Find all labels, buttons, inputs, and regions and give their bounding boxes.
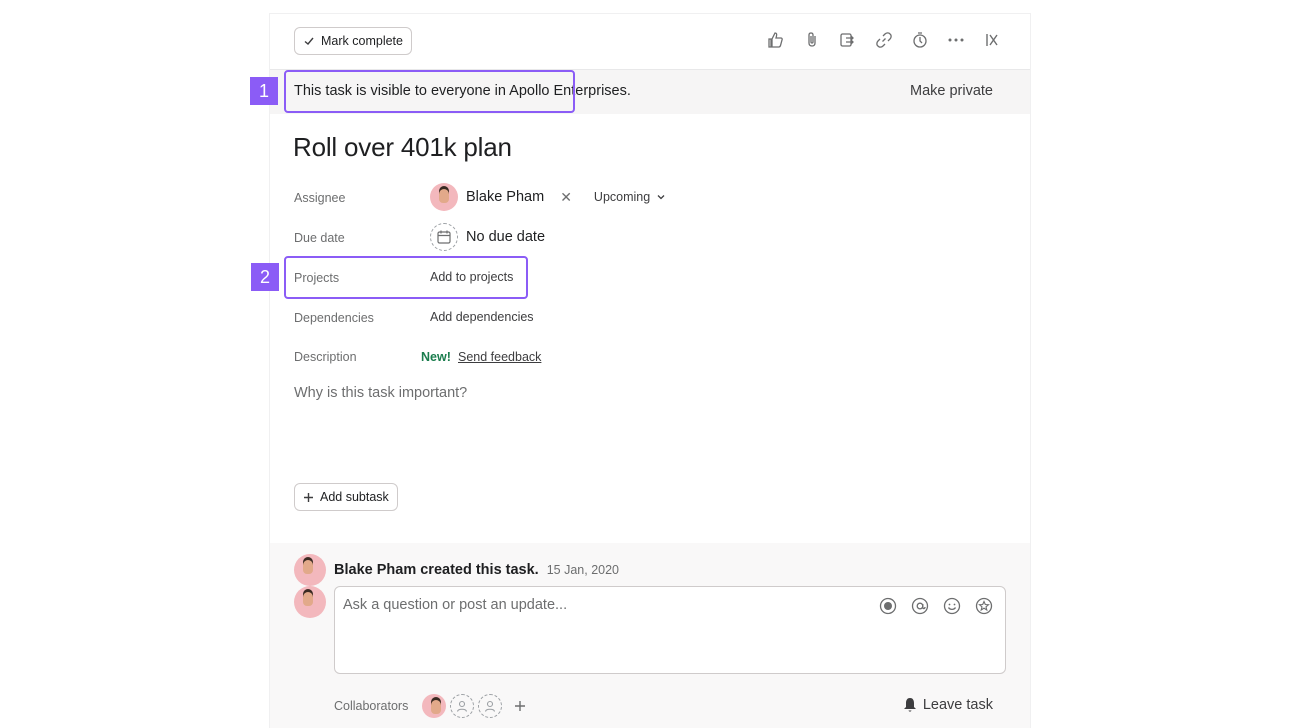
avatar <box>294 554 326 586</box>
dependencies-label: Dependencies <box>294 311 374 325</box>
activity-text: Blake Pham created this task. <box>334 562 539 578</box>
bell-icon <box>903 698 916 712</box>
check-icon <box>304 37 314 45</box>
like-icon[interactable] <box>766 30 786 50</box>
make-private-button[interactable]: Make private <box>910 83 993 99</box>
assignee-field[interactable]: Blake Pham ✕ Upcoming <box>430 183 666 211</box>
collaborators-list <box>422 694 526 718</box>
due-date-value: No due date <box>466 229 546 245</box>
activity-date: 15 Jan, 2020 <box>546 563 620 577</box>
comment-input[interactable]: Ask a question or post an update... <box>334 586 1006 674</box>
star-icon[interactable] <box>975 597 993 615</box>
task-toolbar: Mark complete <box>270 14 1030 70</box>
calendar-icon <box>430 223 458 251</box>
upcoming-label: Upcoming <box>593 190 651 204</box>
leave-task-label: Leave task <box>922 697 993 713</box>
callout-number-2: 2 <box>251 263 279 291</box>
send-feedback-link[interactable]: Send feedback <box>458 350 541 364</box>
subtask-icon[interactable] <box>838 30 858 50</box>
description-input[interactable]: Why is this task important? <box>294 385 467 401</box>
attachment-icon[interactable] <box>802 30 822 50</box>
due-date-label: Due date <box>294 231 345 245</box>
comment-tools <box>879 597 993 615</box>
toolbar-icons <box>766 30 1002 50</box>
plus-icon <box>304 492 313 502</box>
empty-collaborator-icon[interactable] <box>450 694 474 718</box>
upcoming-dropdown[interactable]: Upcoming <box>594 190 666 204</box>
emoji-icon[interactable] <box>943 597 961 615</box>
mark-complete-button[interactable]: Mark complete <box>294 27 412 55</box>
activity-item: Blake Pham created this task. 15 Jan, 20… <box>334 562 619 578</box>
task-title[interactable]: Roll over 401k plan <box>293 132 512 163</box>
avatar <box>430 183 458 211</box>
remove-assignee-icon[interactable]: ✕ <box>560 189 572 206</box>
comment-placeholder: Ask a question or post an update... <box>343 597 568 613</box>
chevron-down-icon <box>657 195 665 200</box>
description-label: Description <box>294 350 357 364</box>
callout-highlight-projects <box>284 256 528 299</box>
mark-complete-label: Mark complete <box>321 34 403 48</box>
callout-number-1: 1 <box>250 77 278 105</box>
task-detail-panel: Mark complete This task is visible to ev… <box>270 14 1030 728</box>
new-badge: New! <box>421 350 451 364</box>
avatar <box>294 586 326 618</box>
add-dependencies-button[interactable]: Add dependencies <box>430 310 534 324</box>
copy-link-icon[interactable] <box>874 30 894 50</box>
assignee-name[interactable]: Blake Pham <box>466 189 544 205</box>
avatar[interactable] <box>422 694 446 718</box>
add-collaborator-icon[interactable] <box>514 700 526 712</box>
due-date-field[interactable]: No due date <box>430 223 545 251</box>
add-subtask-button[interactable]: Add subtask <box>294 483 398 511</box>
more-icon[interactable] <box>946 30 966 50</box>
close-icon[interactable] <box>982 30 1002 50</box>
timer-icon[interactable] <box>910 30 930 50</box>
callout-highlight-visibility <box>284 70 575 113</box>
collaborators-label: Collaborators <box>334 699 409 713</box>
assignee-label: Assignee <box>294 191 346 205</box>
empty-collaborator-icon[interactable] <box>478 694 502 718</box>
mention-icon[interactable] <box>911 597 929 615</box>
record-icon[interactable] <box>879 597 897 615</box>
add-subtask-label: Add subtask <box>320 490 389 504</box>
leave-task-button[interactable]: Leave task <box>903 697 993 713</box>
